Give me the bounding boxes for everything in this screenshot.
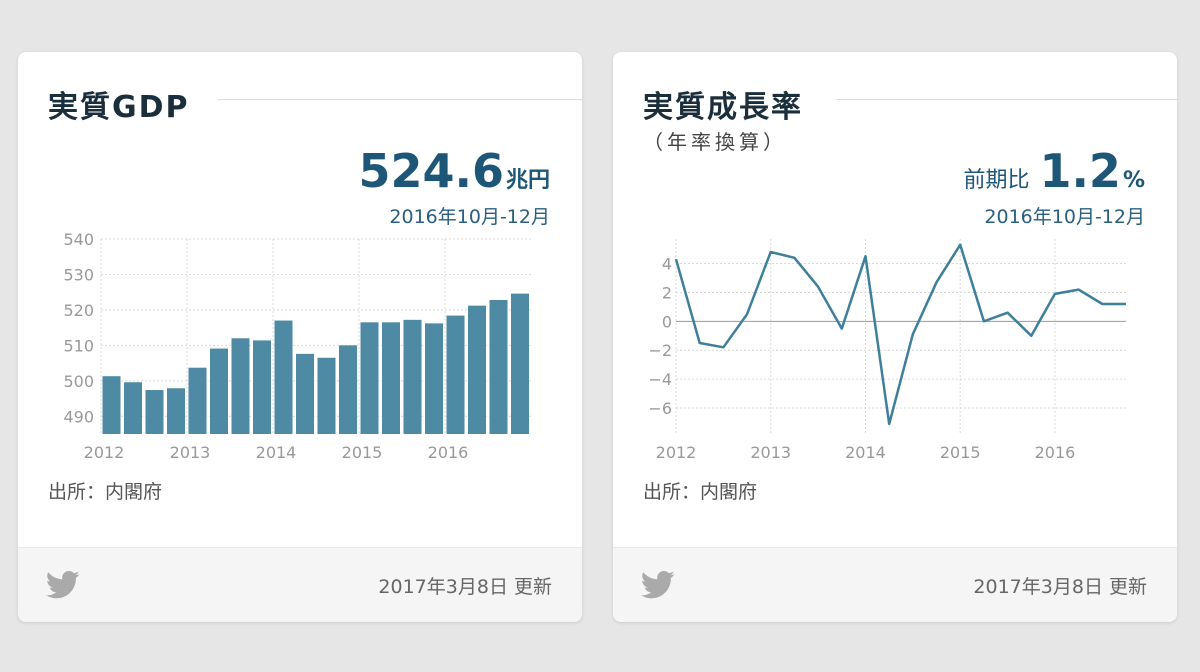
y-tick-label: −4 xyxy=(648,370,672,389)
y-tick-label: 0 xyxy=(662,312,672,331)
bar xyxy=(102,376,121,434)
source-label: 出所：内閣府 xyxy=(48,481,163,503)
y-tick-label: 4 xyxy=(662,255,672,274)
bar xyxy=(167,388,185,434)
x-tick-label: 2015 xyxy=(940,443,981,462)
y-tick-label: 500 xyxy=(63,372,94,391)
x-tick-label: 2014 xyxy=(256,443,297,462)
bar xyxy=(360,322,379,434)
bar xyxy=(425,323,443,434)
y-tick-label: 2 xyxy=(662,283,672,302)
gdp-card: 実質GDP 524.6 兆円 2016年10月-12月 490 500 510 520… xyxy=(18,52,582,622)
y-tick-label: 520 xyxy=(63,301,94,320)
bar xyxy=(231,338,250,434)
y-tick-label: −2 xyxy=(648,341,672,360)
bar xyxy=(339,345,357,434)
series-line xyxy=(674,243,1126,426)
twitter-icon[interactable] xyxy=(641,570,675,600)
bar xyxy=(296,353,314,434)
x-tick-label: 2014 xyxy=(845,443,886,462)
x-tick-label: 2016 xyxy=(428,443,469,462)
x-tick-label: 2013 xyxy=(750,443,791,462)
x-tick-label: 2016 xyxy=(1035,443,1076,462)
twitter-icon[interactable] xyxy=(46,570,80,600)
bar xyxy=(210,348,228,434)
bar xyxy=(253,340,271,434)
y-tick-label: −6 xyxy=(648,399,672,418)
card-footer: 2017年3月8日 更新 xyxy=(613,547,1177,622)
updated-date: 2017年3月8日 更新 xyxy=(973,576,1147,598)
bar xyxy=(468,305,486,434)
x-tick-label: 2012 xyxy=(656,443,697,462)
bar xyxy=(317,357,336,434)
gdp-bar-chart: 490 500 510 520 530 540 2012 2013 2014 2015 2016 xyxy=(63,230,531,462)
source-label: 出所：内閣府 xyxy=(643,481,758,503)
bar xyxy=(145,390,164,434)
y-tick-label: 490 xyxy=(63,407,94,426)
bar xyxy=(403,319,422,434)
bar xyxy=(382,322,400,434)
bar xyxy=(511,293,529,434)
y-tick-label: 510 xyxy=(63,336,94,355)
bar xyxy=(274,320,293,434)
card-footer: 2017年3月8日 更新 xyxy=(18,547,582,622)
bar xyxy=(124,382,142,434)
bar xyxy=(446,315,465,434)
updated-date: 2017年3月8日 更新 xyxy=(378,576,552,598)
growth-card: 実質成長率 （年率換算） 前期比 1.2 % 2016年10月-12月 −6 −4… xyxy=(613,52,1177,622)
y-tick-label: 540 xyxy=(63,230,94,249)
y-tick-label: 530 xyxy=(63,265,94,284)
x-tick-label: 2015 xyxy=(342,443,383,462)
bar xyxy=(188,367,207,434)
growth-line-chart: −6 −4 −2 0 2 4 2012 2013 2014 2015 2016 xyxy=(648,239,1126,462)
bar xyxy=(489,299,508,434)
x-tick-label: 2012 xyxy=(84,443,125,462)
x-tick-label: 2013 xyxy=(170,443,211,462)
